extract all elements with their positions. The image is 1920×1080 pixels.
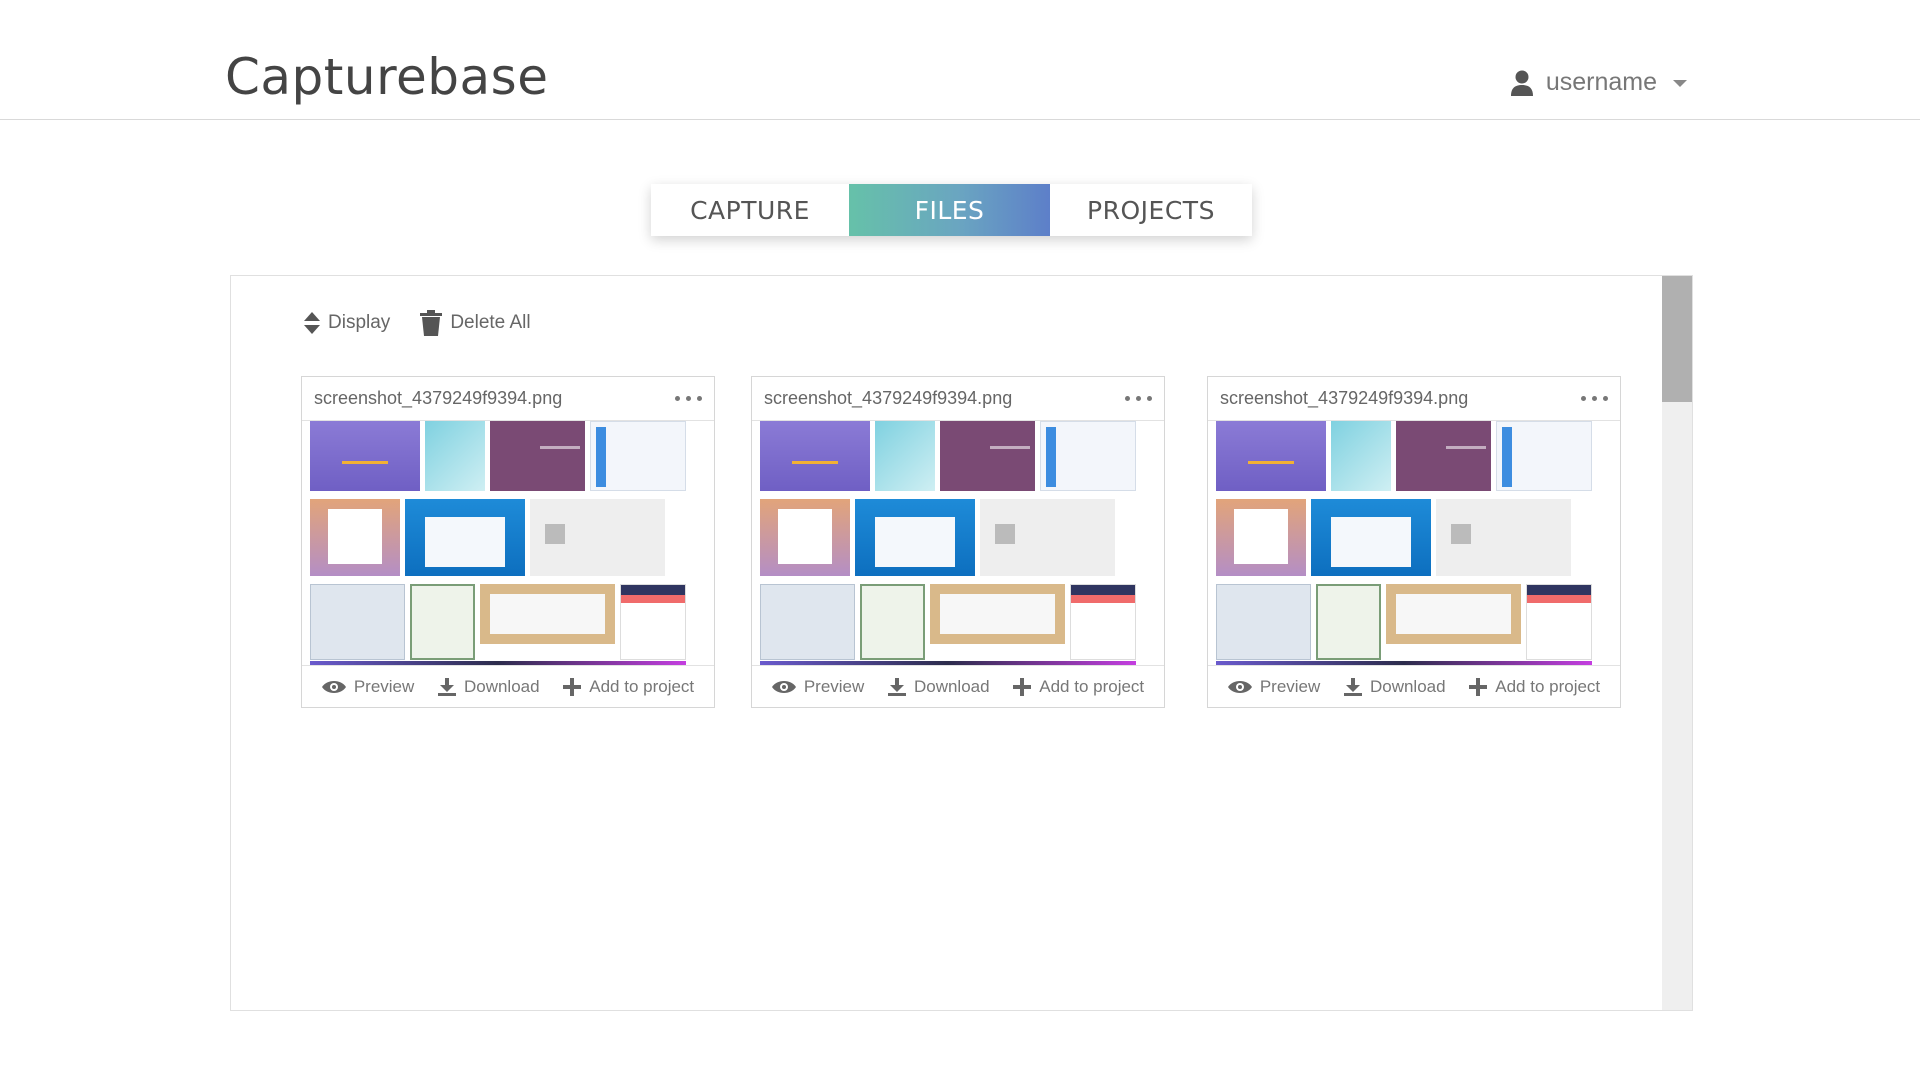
preview-label: Preview [803, 676, 865, 696]
file-thumbnail[interactable] [1216, 421, 1612, 665]
download-icon [1343, 677, 1362, 696]
plus-icon [563, 677, 582, 696]
eye-icon [321, 680, 346, 693]
add-to-project-label: Add to project [589, 676, 695, 696]
thumbnail-tile [310, 584, 405, 660]
display-label: Display [328, 312, 391, 333]
files-toolbar: Display Delete All [304, 310, 531, 336]
thumbnail-tile [1070, 584, 1136, 660]
thumbnail-tile [425, 421, 485, 491]
file-name: screenshot_4379249f9394.png [764, 388, 1013, 408]
user-menu[interactable]: username [1510, 68, 1687, 97]
file-thumbnail[interactable] [310, 421, 706, 665]
more-options-icon[interactable] [1581, 396, 1608, 401]
thumbnail-tile [1436, 499, 1571, 576]
preview-button[interactable]: Preview [771, 676, 865, 697]
delete-all-label: Delete All [450, 312, 531, 333]
thumbnail-tile [1496, 421, 1592, 491]
download-button[interactable]: Download [887, 676, 990, 697]
thumbnail-tile [1316, 584, 1381, 660]
thumbnail-tile [480, 584, 615, 644]
file-card-header: screenshot_4379249f9394.png [302, 377, 714, 421]
thumbnail-tile [490, 421, 585, 491]
preview-label: Preview [1259, 676, 1321, 696]
thumbnail-tile [1216, 421, 1326, 491]
plus-icon [1013, 677, 1032, 696]
app-logo-title[interactable]: Capturebase [225, 52, 549, 102]
thumbnail-tile [410, 584, 475, 660]
add-to-project-label: Add to project [1039, 676, 1145, 696]
sort-icon [304, 312, 320, 334]
thumbnail-tile [940, 421, 1035, 491]
download-button[interactable]: Download [1343, 676, 1446, 697]
thumbnail-tile [1311, 499, 1431, 576]
thumbnail-tile [405, 499, 525, 576]
main-tabs: CAPTURE FILES PROJECTS [651, 184, 1252, 236]
file-card[interactable]: screenshot_4379249f9394.png Preview Down… [751, 376, 1165, 708]
thumbnail-tile [760, 584, 855, 660]
file-card-header: screenshot_4379249f9394.png [752, 377, 1164, 421]
top-header: Capturebase username [0, 0, 1920, 120]
delete-all-button[interactable]: Delete All [420, 310, 531, 336]
thumbnail-tile [310, 499, 400, 576]
thumbnail-tile [530, 499, 665, 576]
download-icon [437, 677, 456, 696]
trash-icon [420, 310, 443, 336]
thumbnail-tile [1331, 421, 1391, 491]
add-to-project-label: Add to project [1495, 676, 1601, 696]
scrollbar-thumb[interactable] [1662, 276, 1692, 402]
tab-projects[interactable]: PROJECTS [1050, 184, 1252, 236]
file-card-actions: Preview Download Add to project [1208, 665, 1620, 707]
thumbnail-tile [760, 499, 850, 576]
eye-icon [1227, 680, 1252, 693]
preview-button[interactable]: Preview [321, 676, 415, 697]
thumbnail-tile [930, 584, 1065, 644]
download-label: Download [913, 676, 990, 696]
thumbnail-tile [875, 421, 935, 491]
user-icon [1510, 70, 1533, 96]
thumbnail-tile [620, 584, 686, 660]
thumbnail-tile [310, 421, 420, 491]
thumbnail-tile [1386, 584, 1521, 644]
preview-button[interactable]: Preview [1227, 676, 1321, 697]
file-card-actions: Preview Download Add to project [752, 665, 1164, 707]
file-card-actions: Preview Download Add to project [302, 665, 714, 707]
thumbnail-tile [590, 421, 686, 491]
thumbnail-tile [1526, 584, 1592, 660]
thumbnail-tile [1216, 584, 1311, 660]
display-button[interactable]: Display [304, 312, 390, 334]
files-panel: Display Delete All screenshot_4379249f93… [230, 275, 1693, 1011]
file-card-header: screenshot_4379249f9394.png [1208, 377, 1620, 421]
file-name: screenshot_4379249f9394.png [1220, 388, 1469, 408]
add-to-project-button[interactable]: Add to project [1469, 677, 1600, 697]
file-name: screenshot_4379249f9394.png [314, 388, 563, 408]
thumbnail-tile [1040, 421, 1136, 491]
download-label: Download [1369, 676, 1446, 696]
add-to-project-button[interactable]: Add to project [563, 677, 694, 697]
file-thumbnail[interactable] [760, 421, 1156, 665]
thumbnail-tile [760, 421, 870, 491]
eye-icon [771, 680, 796, 693]
download-icon [887, 677, 906, 696]
preview-label: Preview [353, 676, 415, 696]
tab-files[interactable]: FILES [849, 184, 1050, 236]
file-card[interactable]: screenshot_4379249f9394.png Preview Down… [301, 376, 715, 708]
plus-icon [1469, 677, 1488, 696]
thumbnail-tile [855, 499, 975, 576]
tab-capture[interactable]: CAPTURE [651, 184, 849, 236]
username-label: username [1545, 68, 1657, 96]
more-options-icon[interactable] [1125, 396, 1152, 401]
download-label: Download [463, 676, 540, 696]
thumbnail-tile [1216, 499, 1306, 576]
thumbnail-tile [1396, 421, 1491, 491]
add-to-project-button[interactable]: Add to project [1013, 677, 1144, 697]
download-button[interactable]: Download [437, 676, 540, 697]
thumbnail-tile [980, 499, 1115, 576]
thumbnail-tile [860, 584, 925, 660]
file-card[interactable]: screenshot_4379249f9394.png Preview Down… [1207, 376, 1621, 708]
chevron-down-icon [1673, 80, 1687, 87]
more-options-icon[interactable] [675, 396, 702, 401]
